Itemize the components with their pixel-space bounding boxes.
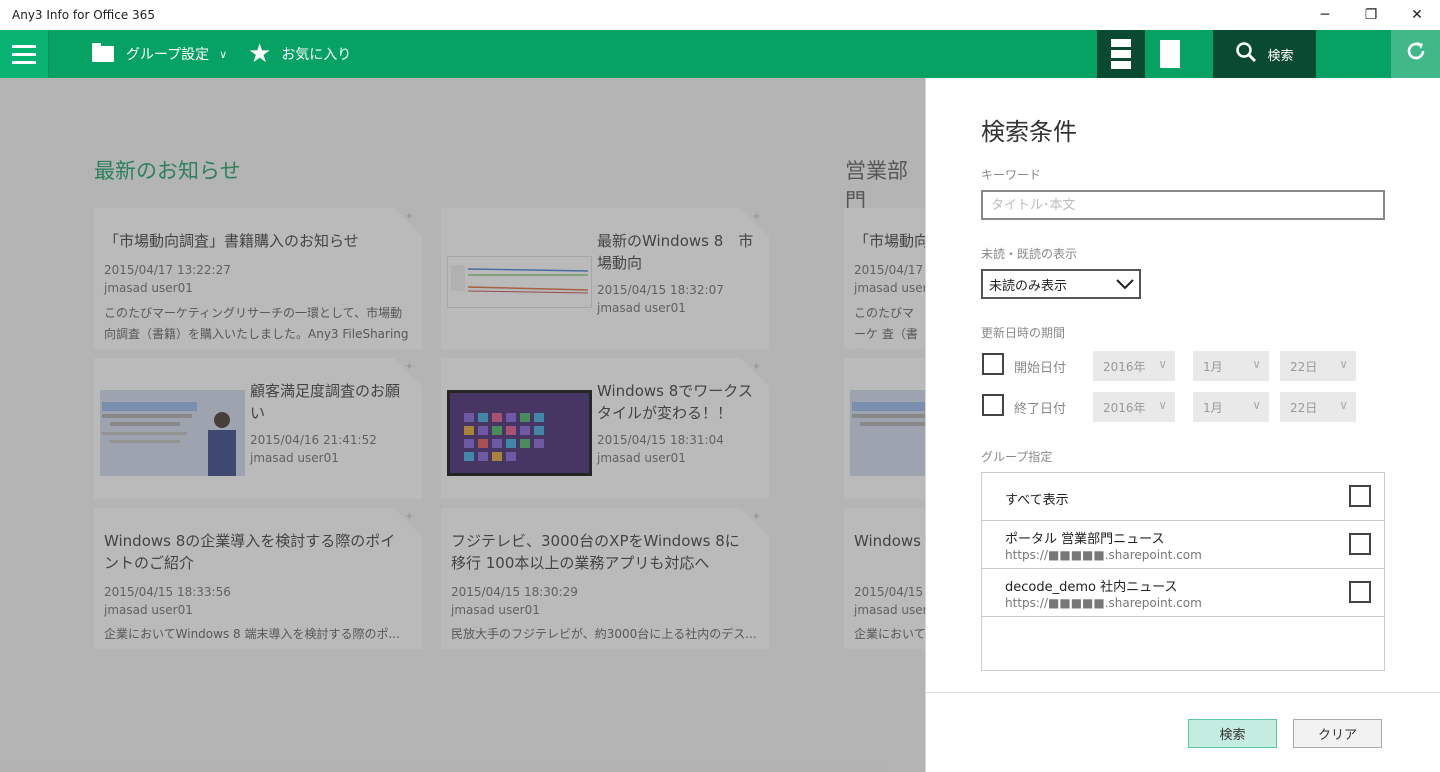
- search-submit-button[interactable]: 検索: [1188, 719, 1277, 748]
- favorites-label: お気に入り: [281, 47, 352, 63]
- hamburger-menu-button[interactable]: [0, 30, 49, 78]
- refresh-button[interactable]: [1391, 30, 1440, 78]
- chevron-down-icon: ∨: [1252, 357, 1261, 371]
- group-settings-button[interactable]: グループ設定 ∨: [92, 30, 227, 78]
- chevron-down-icon: ∨: [1339, 357, 1348, 371]
- read-status-value: 未読のみ表示: [989, 278, 1068, 294]
- list-view-bar: [1111, 61, 1131, 69]
- restore-button[interactable]: ❐: [1348, 0, 1394, 30]
- chevron-down-icon: ∨: [1252, 398, 1261, 412]
- end-month-select[interactable]: 1月 ∨: [1193, 392, 1269, 422]
- end-date-label: 終了日付: [1014, 402, 1067, 417]
- group-name: ポータル 営業部門ニュース: [1005, 532, 1165, 547]
- read-status-select[interactable]: 未読のみ表示: [981, 269, 1141, 299]
- keyword-label: キーワード: [981, 168, 1042, 182]
- group-settings-label: グループ設定: [126, 47, 210, 63]
- list-view-bar: [1111, 39, 1131, 47]
- title-bar: Any3 Info for Office 365 ─ ❐ ✕: [0, 0, 1440, 30]
- end-year-select[interactable]: 2016年 ∨: [1093, 392, 1175, 422]
- group-row[interactable]: ポータル 営業部門ニュース https://■■■■■.sharepoint.c…: [982, 521, 1384, 569]
- clear-button[interactable]: クリア: [1293, 719, 1382, 748]
- app-bar: グループ設定 ∨ ★ お気に入り 検索: [0, 30, 1440, 78]
- start-month-value: 1月: [1203, 359, 1223, 374]
- folder-icon: [92, 43, 114, 62]
- start-month-select[interactable]: 1月 ∨: [1193, 351, 1269, 381]
- search-toggle-button[interactable]: 検索: [1213, 30, 1316, 78]
- group-url: https://■■■■■.sharepoint.com: [1005, 548, 1202, 562]
- page-icon: [1160, 40, 1180, 68]
- start-day-select[interactable]: 22日 ∨: [1280, 351, 1356, 381]
- close-button[interactable]: ✕: [1394, 0, 1440, 30]
- panel-title: 検索条件: [981, 118, 1077, 146]
- chevron-down-icon: ∨: [1339, 398, 1348, 412]
- group-url: https://■■■■■.sharepoint.com: [1005, 596, 1202, 610]
- list-view-bar: [1111, 50, 1131, 58]
- end-day-select[interactable]: 22日 ∨: [1280, 392, 1356, 422]
- group-checkbox[interactable]: [1349, 581, 1371, 603]
- hamburger-line: [12, 52, 36, 56]
- chevron-down-icon: [1115, 273, 1135, 300]
- chevron-down-icon: ∨: [219, 47, 228, 61]
- star-icon: ★: [248, 39, 272, 69]
- group-checkbox[interactable]: [1349, 485, 1371, 507]
- end-date-checkbox[interactable]: [982, 394, 1004, 416]
- single-view-button[interactable]: [1146, 30, 1194, 78]
- news-main-area: 最新のお知らせ 営業部門 ✦ 「市場動向調査」書籍購入のお知らせ 2015/04…: [0, 78, 925, 772]
- read-status-label: 未読・既読の表示: [981, 247, 1078, 261]
- keyword-input[interactable]: [981, 190, 1385, 220]
- group-label: グループ指定: [981, 450, 1053, 464]
- refresh-icon: [1404, 39, 1428, 70]
- window-controls: ─ ❐ ✕: [1302, 0, 1440, 30]
- window-title: Any3 Info for Office 365: [12, 8, 155, 22]
- favorites-button[interactable]: ★ お気に入り: [248, 30, 351, 78]
- start-year-select[interactable]: 2016年 ∨: [1093, 351, 1175, 381]
- panel-divider: [926, 692, 1440, 693]
- minimize-button[interactable]: ─: [1302, 0, 1348, 30]
- start-date-label: 開始日付: [1014, 361, 1067, 376]
- search-toggle-label: 検索: [1267, 48, 1294, 64]
- group-name: すべて表示: [1005, 493, 1069, 508]
- modal-overlay[interactable]: [0, 78, 925, 772]
- search-icon: [1235, 41, 1257, 68]
- group-row-all[interactable]: すべて表示: [982, 473, 1384, 521]
- hamburger-line: [12, 44, 36, 48]
- period-label: 更新日時の期間: [981, 326, 1066, 340]
- start-date-checkbox[interactable]: [982, 353, 1004, 375]
- group-checkbox[interactable]: [1349, 533, 1371, 555]
- chevron-down-icon: ∨: [1158, 398, 1167, 412]
- start-year-value: 2016年: [1103, 359, 1146, 374]
- search-conditions-panel: 検索条件 キーワード 未読・既読の表示 未読のみ表示 更新日時の期間 開始日付 …: [925, 78, 1440, 772]
- end-day-value: 22日: [1290, 400, 1318, 415]
- list-view-button[interactable]: [1097, 30, 1145, 78]
- hamburger-line: [12, 60, 36, 64]
- group-name: decode_demo 社内ニュース: [1005, 580, 1178, 595]
- end-month-value: 1月: [1203, 400, 1223, 415]
- end-year-value: 2016年: [1103, 400, 1146, 415]
- group-list: すべて表示 ポータル 営業部門ニュース https://■■■■■.sharep…: [981, 472, 1385, 671]
- start-day-value: 22日: [1290, 359, 1318, 374]
- chevron-down-icon: ∨: [1158, 357, 1167, 371]
- group-row[interactable]: decode_demo 社内ニュース https://■■■■■.sharepo…: [982, 569, 1384, 617]
